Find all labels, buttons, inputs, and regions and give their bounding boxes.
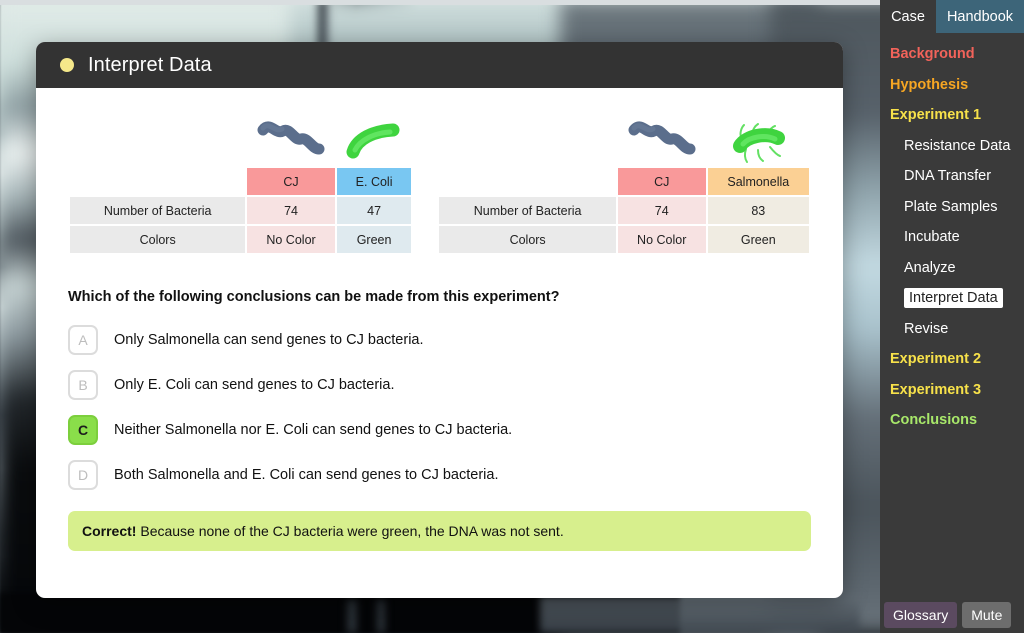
answer-option-c[interactable]: C Neither Salmonella nor E. Coli can sen…: [68, 407, 811, 452]
row-label-colors: Colors: [70, 226, 246, 253]
feedback-text: Because none of the CJ bacteria were gre…: [136, 523, 564, 539]
tab-case[interactable]: Case: [880, 0, 936, 33]
background-stand-leg-1: [345, 600, 359, 633]
option-text-b: Only E. Coli can send genes to CJ bacter…: [114, 376, 395, 393]
app-root: Interpret Data CJ E. Coli Number of Bact…: [0, 0, 1024, 633]
option-letter-b[interactable]: B: [68, 369, 98, 400]
sidebar-item-hypothesis[interactable]: Hypothesis: [880, 70, 1024, 101]
sidebar-item-interpret-data-label: Interpret Data: [904, 288, 1003, 308]
tab-handbook[interactable]: Handbook: [936, 0, 1024, 33]
sidebar-item-background[interactable]: Background: [880, 39, 1024, 70]
dialog-body: CJ E. Coli Number of Bacteria 74 47 Colo…: [36, 88, 843, 551]
glossary-button[interactable]: Glossary: [884, 602, 958, 628]
sidebar-nav: Background Hypothesis Experiment 1 Resis…: [880, 33, 1024, 436]
row-label-number-of-bacteria: Number of Bacteria: [439, 197, 616, 224]
e-coli-experiment-table: CJ E. Coli Number of Bacteria 74 47 Colo…: [68, 116, 413, 255]
table-corner-cell: [70, 118, 245, 166]
table-row: Colors No Color Green: [439, 226, 809, 253]
cell-ecoli-color: Green: [336, 226, 412, 253]
answer-option-a[interactable]: A Only Salmonella can send genes to CJ b…: [68, 317, 811, 362]
status-dot-icon: [60, 58, 74, 72]
background-stand-leg-2: [375, 600, 387, 633]
option-text-a: Only Salmonella can send genes to CJ bac…: [114, 331, 424, 348]
option-text-c: Neither Salmonella nor E. Coli can send …: [114, 421, 513, 438]
sidebar-item-revise[interactable]: Revise: [880, 314, 1024, 345]
page-title: Interpret Data: [88, 53, 212, 76]
salmonella-experiment-table: CJ Salmonella Number of Bacteria 74 83 C…: [437, 116, 811, 255]
answer-options: A Only Salmonella can send genes to CJ b…: [68, 317, 811, 497]
cell-cj-count: 74: [617, 197, 706, 224]
feedback-prefix: Correct!: [82, 523, 137, 539]
sidebar-item-plate-samples[interactable]: Plate Samples: [880, 192, 1024, 223]
right-sidebar: Case Handbook Background Hypothesis Expe…: [880, 0, 1024, 633]
feedback-banner: Correct! Because none of the CJ bacteria…: [68, 511, 811, 551]
table-icon-row: [439, 118, 809, 166]
option-letter-c[interactable]: C: [68, 414, 98, 445]
table-rowlabel-header: [70, 168, 245, 195]
cell-cj-color: No Color: [247, 226, 335, 253]
column-header-ecoli: E. Coli: [336, 168, 412, 195]
sidebar-item-dna-transfer[interactable]: DNA Transfer: [880, 161, 1024, 192]
sidebar-item-analyze[interactable]: Analyze: [880, 253, 1024, 284]
sidebar-item-experiment-1[interactable]: Experiment 1: [880, 100, 1024, 131]
sidebar-item-interpret-data[interactable]: Interpret Data: [880, 283, 1024, 314]
background-desk-surface: [540, 596, 860, 633]
cell-cj-count: 74: [247, 197, 335, 224]
sidebar-item-resistance-data[interactable]: Resistance Data: [880, 131, 1024, 162]
option-letter-a[interactable]: A: [68, 324, 98, 355]
sidebar-item-conclusions[interactable]: Conclusions: [880, 405, 1024, 436]
table-row: Number of Bacteria 74 83: [439, 197, 809, 224]
row-label-colors: Colors: [439, 226, 616, 253]
column-header-cj: CJ: [617, 168, 706, 195]
sidebar-tabs: Case Handbook: [880, 0, 1024, 33]
spiral-bacterium-icon: [257, 121, 325, 155]
cell-cj-color: No Color: [617, 226, 706, 253]
cj-icon-cell: [618, 118, 706, 166]
table-header-row: CJ Salmonella: [439, 168, 809, 195]
option-letter-d[interactable]: D: [68, 459, 98, 490]
cell-salmonella-color: Green: [707, 226, 809, 253]
salmonella-icon-cell: [708, 118, 809, 166]
answer-option-b[interactable]: B Only E. Coli can send genes to CJ bact…: [68, 362, 811, 407]
answer-option-d[interactable]: D Both Salmonella and E. Coli can send g…: [68, 452, 811, 497]
column-header-cj: CJ: [247, 168, 335, 195]
cell-salmonella-count: 83: [707, 197, 809, 224]
cj-icon-cell: [247, 118, 334, 166]
column-header-salmonella: Salmonella: [707, 168, 809, 195]
sidebar-item-experiment-3[interactable]: Experiment 3: [880, 375, 1024, 406]
dialog-header: Interpret Data: [36, 42, 843, 88]
ecoli-icon-cell: [337, 118, 412, 166]
option-text-d: Both Salmonella and E. Coli can send gen…: [114, 466, 499, 483]
table-row: Number of Bacteria 74 47: [70, 197, 412, 224]
sidebar-bottom-buttons: Glossary Mute: [884, 602, 1012, 628]
sidebar-item-incubate[interactable]: Incubate: [880, 222, 1024, 253]
green-rod-bacterium-icon: [346, 123, 400, 159]
table-rowlabel-header: [439, 168, 615, 195]
green-flagellated-bacterium-icon: [733, 123, 786, 163]
interpret-data-dialog: Interpret Data CJ E. Coli Number of Bact…: [36, 42, 843, 598]
table-header-row: CJ E. Coli: [70, 168, 412, 195]
cell-ecoli-count: 47: [336, 197, 412, 224]
table-row: Colors No Color Green: [70, 226, 412, 253]
sidebar-item-experiment-2[interactable]: Experiment 2: [880, 344, 1024, 375]
mute-button[interactable]: Mute: [962, 602, 1012, 628]
spiral-bacterium-icon: [628, 121, 696, 155]
question-prompt: Which of the following conclusions can b…: [68, 289, 560, 305]
table-icon-row: [70, 118, 411, 166]
table-corner-cell: [439, 118, 615, 166]
background-top-edge: [0, 0, 1024, 5]
results-tables: CJ E. Coli Number of Bacteria 74 47 Colo…: [68, 110, 811, 255]
row-label-number-of-bacteria: Number of Bacteria: [70, 197, 246, 224]
